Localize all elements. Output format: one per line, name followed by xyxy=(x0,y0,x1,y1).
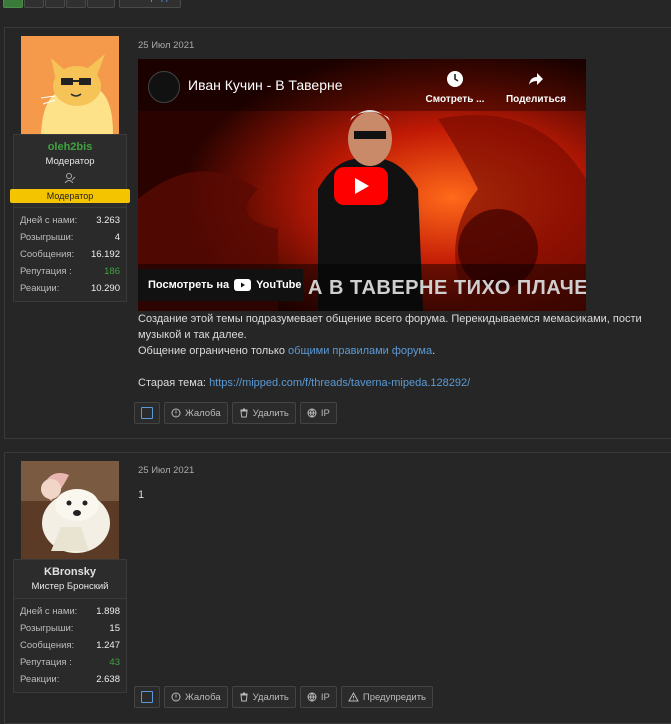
post-actions: Жалоба Удалить IP Предупредить xyxy=(134,686,434,708)
clock-icon xyxy=(447,71,463,87)
post-content: 1 xyxy=(138,489,145,501)
delete-button[interactable]: Удалить xyxy=(231,402,296,424)
next-page-button[interactable]: Вперёд xyxy=(119,0,181,8)
youtube-logo-icon xyxy=(234,279,252,291)
post-1: oleh2bis Модератор Модератор Дней с нами… xyxy=(4,27,671,439)
username[interactable]: oleh2bis xyxy=(14,135,126,153)
video-overlay-text: А В ТАВЕРНЕ ТИХО ПЛАЧЕТ СКРИПКА xyxy=(308,277,586,299)
play-icon xyxy=(355,178,369,194)
stat-giveaways: Розыгрыши: 15 xyxy=(20,623,120,634)
forum-rules-link[interactable]: общими правилами форума xyxy=(288,345,432,357)
role-badge: Модератор xyxy=(10,189,130,203)
page-2-link[interactable]: 2 xyxy=(24,0,44,8)
globe-icon xyxy=(307,692,317,702)
post-2: KBronsky Мистер Бронский Дней с нами: 1.8… xyxy=(4,452,671,724)
report-button[interactable]: Жалоба xyxy=(164,686,228,708)
content-rules-line: Общение ограничено только общими правила… xyxy=(138,345,436,357)
old-thread-line: Старая тема: https://mipped.com/f/thread… xyxy=(138,377,471,389)
stat-messages: Сообщения: 1.247 xyxy=(20,640,120,651)
stat-messages: Сообщения: 16.192 xyxy=(20,249,120,260)
user-stats: Дней с нами: 3.263 Розыгрыши: 4 Сообщения:… xyxy=(13,208,127,302)
user-title: Модератор xyxy=(45,156,95,167)
warn-button[interactable]: Предупредить xyxy=(340,686,434,708)
page-ellipsis[interactable]: ... xyxy=(66,0,86,8)
report-icon xyxy=(171,408,181,418)
stat-reputation: Репутация :43 xyxy=(20,657,120,668)
stat-days: Дней с нами: 3.263 xyxy=(20,215,120,226)
post-content: Создание этой темы подразумевает общение… xyxy=(138,311,642,391)
share-button[interactable]: Поделиться xyxy=(503,69,569,105)
avatar[interactable] xyxy=(21,36,119,134)
page-last-link[interactable]: 307 xyxy=(87,0,115,8)
watch-later-button[interactable]: Смотреть ... xyxy=(423,69,487,105)
watch-on-youtube-button[interactable]: Посмотреть на YouTube xyxy=(138,269,303,301)
username[interactable]: KBronsky xyxy=(14,560,126,578)
report-button[interactable]: Жалоба xyxy=(164,402,228,424)
delete-button[interactable]: Удалить xyxy=(231,686,296,708)
post-actions: Жалоба Удалить IP xyxy=(134,402,337,424)
stat-reactions: Реакции: 2.638 xyxy=(20,674,120,685)
stat-reputation: Репутация :186 xyxy=(20,266,120,277)
stat-days: Дней с нами: 1.898 xyxy=(20,606,120,617)
video-title[interactable]: Иван Кучин - В Таверне xyxy=(188,77,343,93)
share-icon xyxy=(529,73,543,85)
page-navigation: 1 2 3 ... 307 Вперёд xyxy=(0,0,671,8)
globe-icon xyxy=(307,408,317,418)
stat-giveaways: Розыгрыши: 4 xyxy=(20,232,120,243)
ip-button[interactable]: IP xyxy=(299,402,337,424)
user-info: oleh2bis Модератор Модератор xyxy=(10,134,130,208)
stat-reactions: Реакции: 10.290 xyxy=(20,283,120,294)
post-date[interactable]: 25 Июл 2021 xyxy=(138,40,194,51)
trash-icon xyxy=(240,692,248,702)
youtube-embed[interactable]: Иван Кучин - В Таверне Смотреть ... Поде… xyxy=(138,59,586,311)
post-author: oleh2bis Модератор Модератор Дней с нами… xyxy=(10,36,130,302)
ip-button[interactable]: IP xyxy=(299,686,337,708)
warning-icon xyxy=(348,692,359,702)
select-checkbox[interactable] xyxy=(134,686,160,708)
post-date[interactable]: 25 Июл 2021 xyxy=(138,465,194,476)
page-3-link[interactable]: 3 xyxy=(45,0,65,8)
user-info: KBronsky Мистер Бронский xyxy=(13,559,127,599)
moderator-icon xyxy=(14,171,126,184)
content-line: Создание этой темы подразумевает общение… xyxy=(138,313,642,325)
content-line: музыкой и так далее. xyxy=(138,329,247,341)
user-stats: Дней с нами: 1.898 Розыгрыши: 15 Сообщения… xyxy=(13,599,127,693)
channel-avatar[interactable] xyxy=(148,71,180,103)
select-checkbox[interactable] xyxy=(134,402,160,424)
avatar[interactable] xyxy=(21,461,119,559)
old-thread-link[interactable]: https://mipped.com/f/threads/taverna-mip… xyxy=(209,377,470,389)
post-author: KBronsky Мистер Бронский Дней с нами: 1.8… xyxy=(13,461,127,693)
play-button[interactable] xyxy=(334,167,388,205)
trash-icon xyxy=(240,408,248,418)
page-1-link[interactable]: 1 xyxy=(3,0,23,8)
user-title: Мистер Бронский xyxy=(31,581,109,592)
report-icon xyxy=(171,692,181,702)
